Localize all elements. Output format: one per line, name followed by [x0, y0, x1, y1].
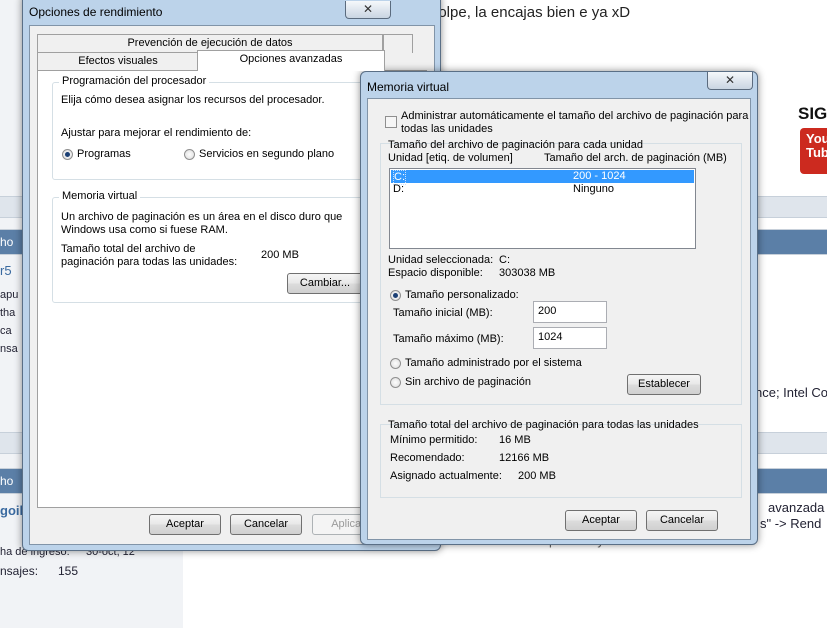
processor-scheduling-group: Programación del procesador Elija cómo d… [52, 75, 374, 180]
auto-manage-label[interactable]: todas las unidades [401, 123, 493, 135]
radio-no-paging[interactable] [390, 377, 401, 388]
cancel-button[interactable]: Cancelar [230, 514, 302, 535]
total-paging-value: 200 MB [261, 249, 299, 261]
virtual-memory-window: Memoria virtual ✕ Administrar automática… [360, 71, 758, 545]
window-title: Opciones de rendimiento [29, 5, 163, 19]
max-size-label: Tamaño máximo (MB): [393, 333, 504, 345]
vm-description-line: Un archivo de paginación es un área en e… [61, 211, 343, 223]
min-allowed-label: Mínimo permitido: [390, 434, 478, 446]
side-fragment: nsa [0, 343, 18, 355]
forum-post-text: golpe, la encajas bien e ya xD [430, 4, 631, 21]
radio-custom-size[interactable] [390, 290, 401, 301]
radio-no-paging-label[interactable]: Sin archivo de paginación [405, 376, 531, 388]
per-drive-title: Tamaño del archivo de paginación para ca… [388, 139, 644, 151]
total-paging-label: Tamaño total del archivo de [61, 243, 196, 255]
currently-allocated-label: Asignado actualmente: [390, 470, 502, 482]
radio-system-managed-label[interactable]: Tamaño administrado por el sistema [405, 357, 582, 369]
side-fragment: apu [0, 289, 19, 301]
tab-label: Opciones avanzadas [239, 53, 343, 65]
set-button[interactable]: Establecer [627, 374, 701, 395]
group-title: Memoria virtual [59, 190, 141, 202]
drive-letter: D: [393, 183, 404, 195]
selected-drive-value: C: [499, 254, 510, 266]
virtual-memory-group: Memoria virtual Un archivo de paginación… [52, 190, 374, 303]
drive-paging-size: 200 - 1024 [573, 170, 626, 182]
free-space-label: Espacio disponible: [388, 267, 483, 279]
drive-list[interactable]: C: 200 - 1024 D: Ninguno [389, 168, 696, 249]
totals-title: Tamaño total del archivo de paginación p… [388, 419, 699, 431]
tab-visual-effects[interactable]: Efectos visuales [37, 52, 199, 71]
youtube-badge[interactable]: You Tube [800, 128, 827, 174]
initial-size-input[interactable]: 200 [533, 301, 607, 323]
close-button[interactable]: ✕ [707, 72, 753, 90]
accept-button[interactable]: Aceptar [565, 510, 637, 531]
window-client: Administrar automáticamente el tamaño de… [367, 98, 751, 540]
vm-description-line: Windows usa como si fuese RAM. [61, 224, 228, 236]
radio-background-services[interactable] [184, 149, 195, 160]
recommended-label: Recomendado: [390, 452, 465, 464]
side-fragment: ca [0, 325, 12, 337]
tab-advanced-options[interactable]: Opciones avanzadas [197, 50, 385, 71]
selected-drive-label: Unidad seleccionada: [388, 254, 494, 266]
user-link-fragment[interactable]: r5 [0, 263, 12, 278]
processor-description: Elija cómo desea asignar los recursos de… [61, 94, 325, 106]
signature-label: SIG [798, 104, 827, 123]
radio-programs[interactable] [62, 149, 73, 160]
radio-programs-label[interactable]: Programas [77, 148, 131, 160]
auto-manage-checkbox[interactable] [385, 116, 397, 128]
radio-background-services-label[interactable]: Servicios en segundo plano [199, 148, 334, 160]
currently-allocated-value: 200 MB [518, 470, 556, 482]
close-icon: ✕ [362, 2, 374, 16]
free-space-value: 303038 MB [499, 267, 556, 279]
tab-label: Prevención de ejecución de datos [127, 37, 293, 49]
auto-manage-label[interactable]: Administrar automáticamente el tamaño de… [401, 110, 748, 122]
change-button[interactable]: Cambiar... [287, 273, 363, 294]
drive-list-item[interactable]: D: Ninguno [391, 183, 694, 196]
column-header-size: Tamaño del arch. de paginación (MB) [544, 152, 727, 164]
close-button[interactable]: ✕ [345, 1, 391, 19]
side-fragment: tha [0, 307, 16, 319]
forum-post-snippet: s" -> Rend [760, 516, 822, 531]
adjust-label: Ajustar para mejorar el rendimiento de: [61, 127, 252, 139]
forum-post-snippet: avanzada c [768, 500, 827, 515]
accept-button[interactable]: Aceptar [149, 514, 221, 535]
messages-value: 155 [58, 564, 79, 578]
post-header-fragment: ho [0, 235, 14, 249]
max-size-input[interactable]: 1024 [533, 327, 607, 349]
drive-paging-size: Ninguno [573, 183, 614, 195]
radio-system-managed[interactable] [390, 358, 401, 369]
recommended-value: 12166 MB [499, 452, 550, 464]
forum-post-snippet: nce; Intel Co [755, 385, 827, 400]
total-paging-label: paginación para todas las unidades: [61, 256, 238, 268]
initial-size-label: Tamaño inicial (MB): [393, 307, 493, 319]
window-title: Memoria virtual [367, 80, 450, 94]
drive-list-item[interactable]: C: 200 - 1024 [391, 170, 694, 185]
user-name[interactable]: goil [0, 503, 23, 518]
group-title: Programación del procesador [59, 75, 210, 87]
close-icon: ✕ [724, 73, 736, 87]
column-header-drive: Unidad [etiq. de volumen] [388, 152, 513, 164]
messages-label: nsajes: [0, 564, 39, 578]
post-header-fragment: ho [0, 474, 14, 488]
cancel-button[interactable]: Cancelar [646, 510, 718, 531]
radio-custom-size-label[interactable]: Tamaño personalizado: [405, 289, 519, 301]
tab-label: Efectos visuales [78, 55, 158, 67]
min-allowed-value: 16 MB [499, 434, 531, 446]
tab-extra[interactable] [383, 34, 413, 53]
